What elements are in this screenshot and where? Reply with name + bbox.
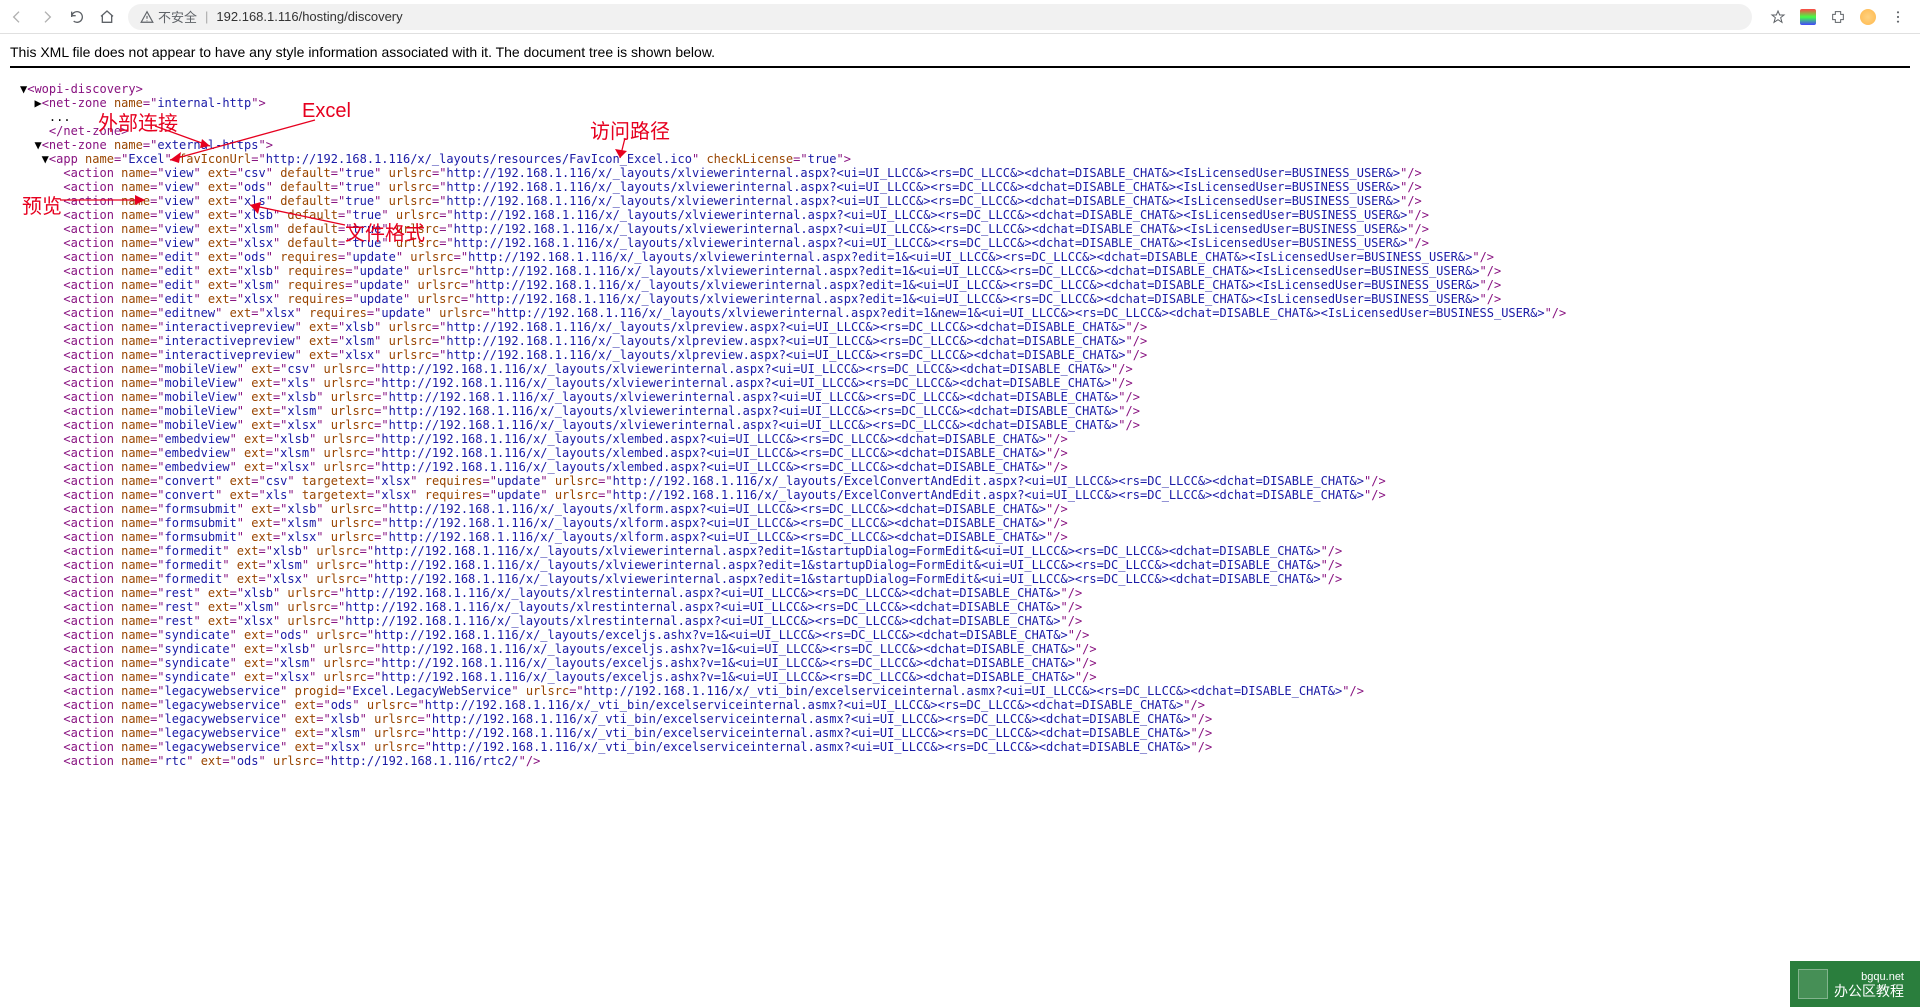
reload-button[interactable]: [68, 8, 86, 26]
insecure-label: 不安全: [158, 7, 197, 26]
puzzle-icon[interactable]: [1830, 9, 1846, 25]
insecure-badge: 不安全: [140, 7, 197, 26]
page-content: This XML file does not appear to have an…: [0, 34, 1920, 778]
xml-banner: This XML file does not appear to have an…: [10, 44, 1910, 68]
extension-icon[interactable]: [1800, 9, 1816, 25]
menu-icon[interactable]: [1890, 9, 1906, 25]
watermark-site: bgqu.net: [1834, 970, 1904, 984]
avatar-icon[interactable]: [1860, 9, 1876, 25]
watermark: bgqu.net 办公区教程: [1790, 961, 1920, 1007]
forward-button[interactable]: [38, 8, 56, 26]
back-button[interactable]: [8, 8, 26, 26]
browser-toolbar: 不安全 | 192.168.1.116/hosting/discovery: [0, 0, 1920, 34]
watermark-logo-icon: [1798, 969, 1828, 999]
address-bar[interactable]: 不安全 | 192.168.1.116/hosting/discovery: [128, 4, 1752, 30]
xml-tree[interactable]: ▼<wopi-discovery> ▶<net-zone name="inter…: [10, 82, 1910, 768]
watermark-label: 办公区教程: [1834, 984, 1904, 998]
warning-icon: [140, 10, 154, 24]
star-icon[interactable]: [1770, 9, 1786, 25]
url-text: 192.168.1.116/hosting/discovery: [216, 9, 402, 24]
home-button[interactable]: [98, 8, 116, 26]
toolbar-right: [1764, 9, 1912, 25]
